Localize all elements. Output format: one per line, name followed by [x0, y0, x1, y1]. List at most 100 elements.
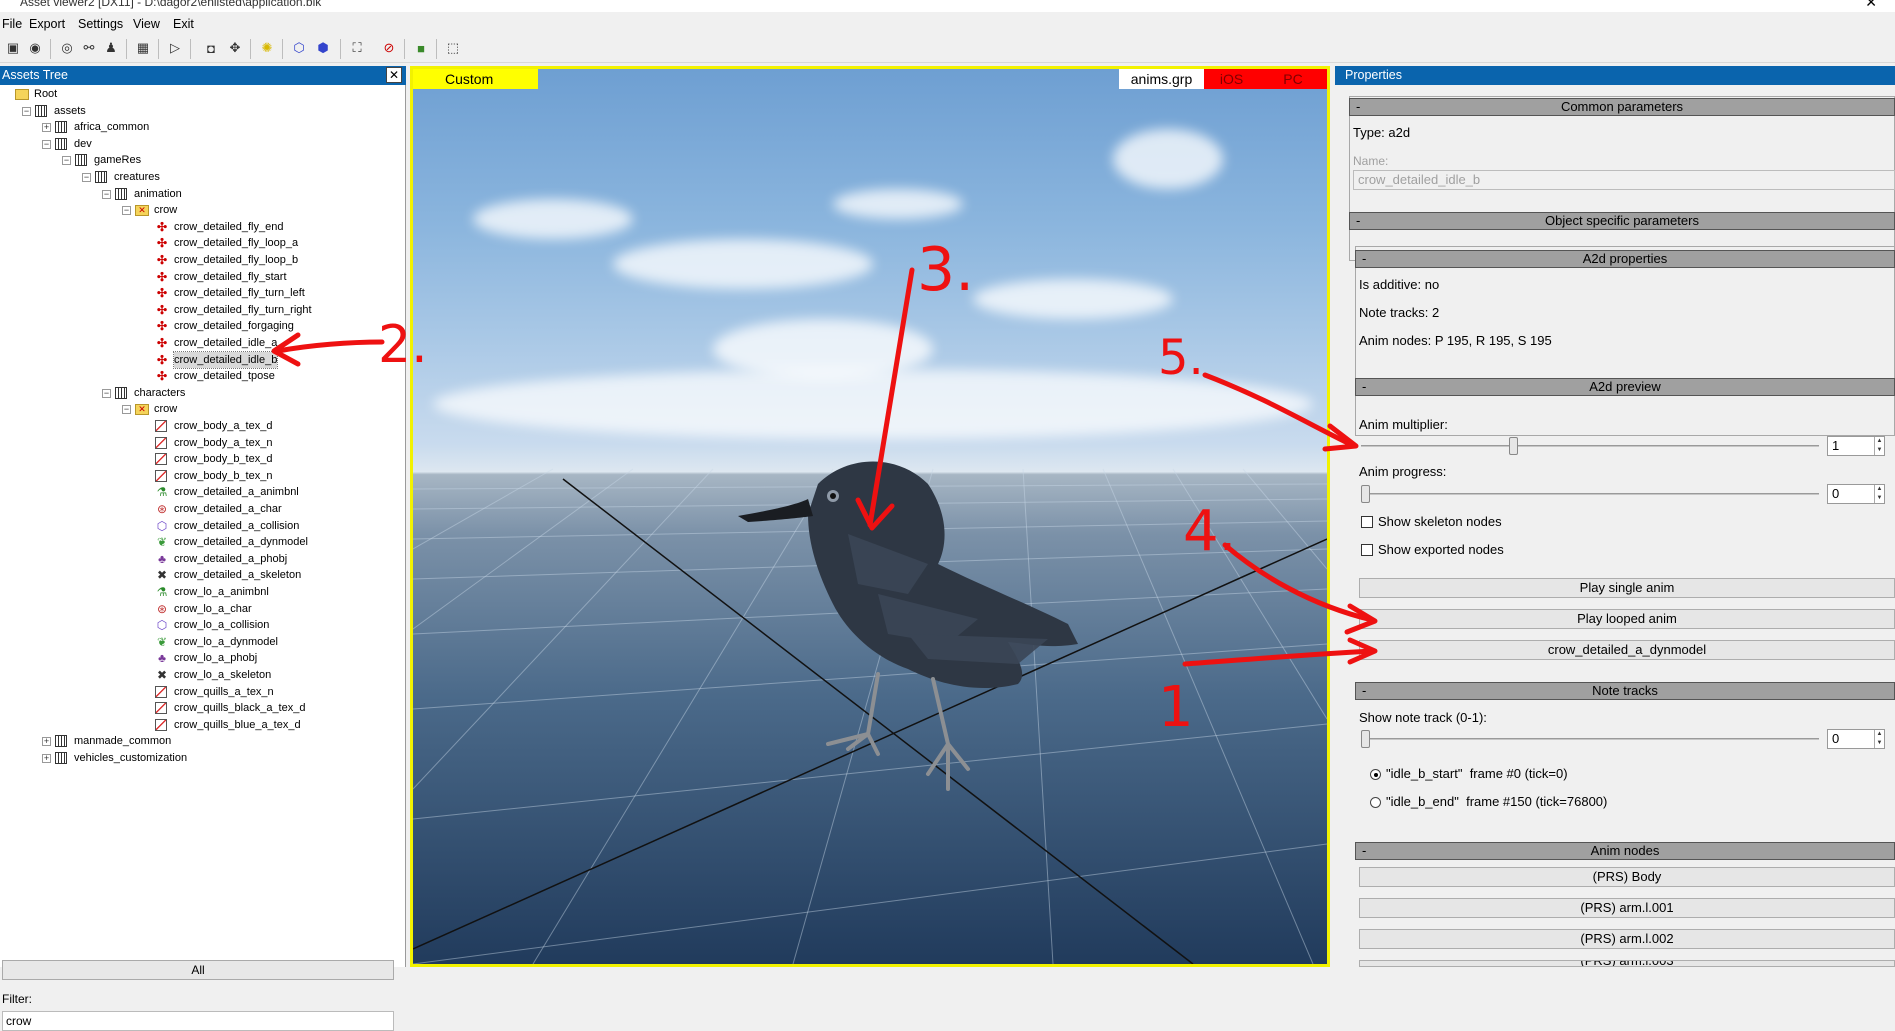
- tree-item-label: crow_detailed_fly_loop_b: [174, 254, 299, 266]
- note-track-slider[interactable]: [1361, 730, 1819, 748]
- viewport-3d[interactable]: Custom anims.grp iOS PC: [410, 66, 1330, 967]
- note-tracks-count-label: Note tracks: 2: [1359, 305, 1440, 320]
- collapse-icon[interactable]: −: [122, 405, 131, 415]
- anim-node-button[interactable]: (PRS) arm.l.002: [1359, 929, 1895, 949]
- show-note-track-label: Show note track (0-1):: [1359, 710, 1487, 725]
- common-params-header[interactable]: - Common parameters: [1349, 98, 1895, 116]
- no-render-icon[interactable]: ⊘: [380, 39, 398, 57]
- anim-progress-slider[interactable]: [1361, 485, 1819, 503]
- expand-icon[interactable]: +: [42, 737, 51, 747]
- anim-multiplier-slider[interactable]: [1361, 437, 1819, 455]
- texture-icon: [155, 420, 167, 432]
- a2d-properties-header[interactable]: - A2d properties: [1355, 250, 1895, 268]
- a2d-preview-header[interactable]: - A2d preview: [1355, 378, 1895, 396]
- select-region-icon[interactable]: ⬚: [444, 39, 462, 57]
- menu-settings[interactable]: Settings: [78, 17, 123, 31]
- frame-icon[interactable]: ▣: [4, 39, 22, 57]
- texture-icon: [155, 436, 167, 449]
- filter-input[interactable]: [2, 1011, 394, 1031]
- menu-export[interactable]: Export: [29, 17, 65, 31]
- menu-view[interactable]: View: [133, 17, 160, 31]
- camera-mode-label[interactable]: Custom: [413, 69, 538, 89]
- move-icon[interactable]: ✥: [226, 39, 244, 57]
- grid-icon: [115, 187, 127, 200]
- dynmodel-button[interactable]: crow_detailed_a_dynmodel: [1359, 640, 1895, 660]
- expand-icon[interactable]: +: [42, 754, 51, 763]
- collapse-icon[interactable]: −: [102, 189, 111, 199]
- tree-item-label: manmade_common: [74, 735, 172, 748]
- anim-icon: ✣: [156, 352, 168, 367]
- tree-item-label: crow: [154, 403, 178, 416]
- collapse-icon[interactable]: −: [42, 139, 51, 149]
- collapse-icon[interactable]: −: [82, 173, 91, 182]
- play-cursor-icon[interactable]: ▷: [166, 39, 184, 57]
- tree-item-label: crow_detailed_a_collision: [174, 519, 300, 532]
- collapse-icon[interactable]: −: [122, 206, 131, 216]
- play-looped-anim-button[interactable]: Play looped anim: [1359, 609, 1895, 629]
- note-radio-idle-b-start[interactable]: [1370, 769, 1381, 780]
- all-button[interactable]: All: [2, 960, 394, 980]
- camera-icon[interactable]: ◘: [202, 39, 220, 57]
- collapse-icon[interactable]: −: [22, 106, 31, 116]
- collapse-icon[interactable]: −: [62, 156, 71, 166]
- anim-node-button[interactable]: (PRS) arm.l.003: [1359, 960, 1895, 967]
- anim-icon: ✣: [156, 319, 168, 334]
- cube-icon[interactable]: ⬡: [290, 39, 308, 57]
- person-icon[interactable]: ♟: [102, 39, 120, 57]
- play-single-anim-button[interactable]: Play single anim: [1359, 578, 1895, 598]
- eye-icon[interactable]: ◉: [26, 39, 44, 57]
- anim-node-button[interactable]: (PRS) arm.l.001: [1359, 898, 1895, 918]
- menu-file[interactable]: File: [2, 17, 22, 31]
- window-close-icon[interactable]: ✕: [1865, 0, 1877, 11]
- show-exported-checkbox[interactable]: [1361, 544, 1373, 556]
- green-box-icon[interactable]: ■: [412, 39, 430, 57]
- object-specific-header[interactable]: - Object specific parameters: [1349, 212, 1895, 230]
- menu-exit[interactable]: Exit: [173, 17, 194, 31]
- collision-icon: ⬡: [156, 618, 168, 633]
- tree-item-label: crow_detailed_a_animbnl: [174, 486, 299, 499]
- sun-icon[interactable]: ✺: [258, 39, 276, 57]
- phobj-icon: ♣: [158, 551, 166, 566]
- close-icon[interactable]: ✕: [386, 67, 402, 83]
- tree-item-label: crow_detailed_a_skeleton: [174, 569, 302, 582]
- tree-item-label: crow_body_a_tex_n: [174, 436, 273, 449]
- dynmodel-icon: ❦: [156, 535, 168, 550]
- stat-icon[interactable]: ▦: [134, 39, 152, 57]
- anim-icon: ✣: [156, 369, 168, 384]
- anim-icon: ✣: [156, 236, 168, 251]
- note-track-thumb[interactable]: [1361, 730, 1370, 748]
- note-radio-idle-b-end[interactable]: [1370, 797, 1381, 808]
- note-track-spinbox[interactable]: 0 ▲ ▼: [1827, 729, 1885, 749]
- platform-pc-badge[interactable]: PC: [1259, 69, 1327, 89]
- wave-icon[interactable]: ◎: [58, 39, 76, 57]
- grid-icon: [55, 735, 67, 748]
- show-skeleton-checkbox[interactable]: [1361, 516, 1373, 528]
- anim-node-button[interactable]: (PRS) Body: [1359, 867, 1895, 887]
- anim-nodes-header[interactable]: - Anim nodes: [1355, 842, 1895, 860]
- anim-icon: ✣: [156, 219, 168, 234]
- anim-progress-thumb[interactable]: [1361, 485, 1370, 503]
- tree-item-label: crow_body_b_tex_d: [174, 453, 273, 466]
- links-icon[interactable]: ⚯: [80, 39, 98, 57]
- show-skeleton-label: Show skeleton nodes: [1378, 514, 1502, 529]
- assets-tree-title: Assets Tree: [2, 68, 68, 82]
- anim-multiplier-spinbox[interactable]: 1 ▲ ▼: [1827, 436, 1885, 456]
- anim-progress-spinbox[interactable]: 0 ▲ ▼: [1827, 484, 1885, 504]
- tree-item-label: animation: [134, 187, 182, 200]
- name-field: crow_detailed_idle_b: [1353, 170, 1895, 190]
- assets-tree-panel: Assets Tree ✕ Root − assets + africa_common −…: [0, 66, 406, 1031]
- texture-icon: [155, 702, 167, 715]
- animbnl-icon: ⚗: [156, 485, 168, 500]
- collapse-icon[interactable]: −: [102, 388, 111, 398]
- cube-solid-icon[interactable]: ⬢: [314, 39, 332, 57]
- note-tracks-header[interactable]: - Note tracks: [1355, 682, 1895, 700]
- properties-title: Properties: [1345, 68, 1402, 82]
- tree-item-label: crow_lo_a_animbnl: [174, 586, 269, 598]
- expand-icon[interactable]: +: [42, 123, 51, 133]
- anim-multiplier-thumb[interactable]: [1509, 437, 1519, 455]
- folder-x-icon: ✕: [135, 205, 149, 217]
- viewport-frame-icon[interactable]: ⛶: [348, 39, 366, 57]
- platform-ios-badge[interactable]: iOS: [1204, 69, 1259, 89]
- assets-tree-header: Assets Tree ✕: [0, 66, 406, 85]
- toolbar: ▣ ◉ ◎ ⚯ ♟ ▦ ▷ ◘ ✥ ✺ ⬡ ⬢ ⛶ ⊘ ■ ⬚: [0, 35, 1895, 63]
